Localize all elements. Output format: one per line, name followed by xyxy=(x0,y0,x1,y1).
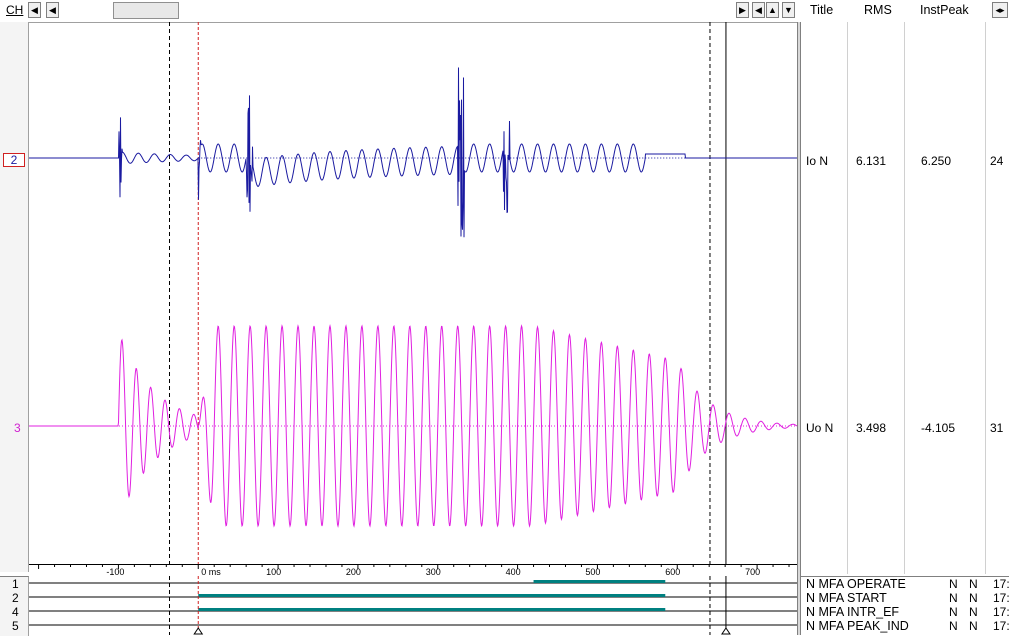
column-header-rms[interactable]: RMS xyxy=(864,3,892,17)
cursor-marker-icon xyxy=(722,628,730,634)
binary-plot[interactable] xyxy=(29,576,797,635)
channel-header-label[interactable]: CH xyxy=(6,3,23,17)
channel-extra-io-n: 24 xyxy=(990,154,1003,168)
binary-flag: N xyxy=(949,577,958,591)
channel-rms-io-n: 6.131 xyxy=(856,154,886,168)
binary-time: 17: xyxy=(993,605,1009,619)
binary-time: 17: xyxy=(993,577,1009,591)
channel-instpeak-io-n: 6.250 xyxy=(921,154,951,168)
channel-title-uo-n[interactable]: Uo N xyxy=(806,421,833,435)
column-expand-button[interactable]: ◂▸ xyxy=(992,2,1008,18)
cursor-marker-icon xyxy=(194,628,202,634)
channel-extra-uo-n: 31 xyxy=(990,421,1003,435)
channel-up-button[interactable]: ▲ xyxy=(766,2,779,18)
io-n-waveform xyxy=(29,68,797,238)
binary-flag: N xyxy=(969,605,978,619)
binary-flag: N xyxy=(949,605,958,619)
column-header-instpeak[interactable]: InstPeak xyxy=(920,3,969,17)
table-divider xyxy=(985,22,986,574)
channel-value-table xyxy=(801,22,1009,574)
binary-on-segment xyxy=(198,608,665,611)
scrollbar-thumb[interactable] xyxy=(113,2,179,19)
channel-rms-uo-n: 3.498 xyxy=(856,421,886,435)
binary-name-intr-ef[interactable]: N MFA INTR_EF xyxy=(806,605,899,619)
channel-instpeak-uo-n: -4.105 xyxy=(921,421,955,435)
top-toolbar: CH ◀ ◀ ▶ ◀ ▲ ▼ Title RMS InstPeak ◂▸ xyxy=(0,0,1009,23)
channel-number-2[interactable]: 2 xyxy=(3,153,25,167)
channel-gutter: 2 3 xyxy=(0,22,29,572)
binary-channel-gutter: 1 2 4 5 xyxy=(0,576,29,636)
column-header-title[interactable]: Title xyxy=(810,3,833,17)
binary-number[interactable]: 5 xyxy=(12,619,19,633)
binary-name-start[interactable]: N MFA START xyxy=(806,591,887,605)
channel-down-button[interactable]: ▼ xyxy=(782,2,795,18)
binary-number[interactable]: 2 xyxy=(12,591,19,605)
binary-flag: N xyxy=(949,591,958,605)
channel-number-3[interactable]: 3 xyxy=(14,421,21,435)
binary-flag: N xyxy=(969,577,978,591)
binary-time: 17: xyxy=(993,619,1009,633)
analog-plot[interactable] xyxy=(29,22,797,564)
binary-number[interactable]: 4 xyxy=(12,605,19,619)
table-divider xyxy=(904,22,905,574)
channel-title-io-n[interactable]: Io N xyxy=(806,154,828,168)
binary-flag: N xyxy=(949,619,958,633)
binary-time: 17: xyxy=(993,591,1009,605)
binary-flag: N xyxy=(969,619,978,633)
scroll-left-button[interactable]: ◀ xyxy=(46,2,59,18)
binary-name-peak-ind[interactable]: N MFA PEAK_IND xyxy=(806,619,909,633)
binary-on-segment xyxy=(198,594,665,597)
binary-number[interactable]: 1 xyxy=(12,577,19,591)
binary-channel-table: N MFA OPERATE N N 17: N MFA START N N 17… xyxy=(801,576,1009,636)
table-divider xyxy=(847,22,848,574)
binary-name-operate[interactable]: N MFA OPERATE xyxy=(806,577,906,591)
scroll-right-button[interactable]: ▶ xyxy=(736,2,749,18)
scroll-left-end-button[interactable]: ◀ xyxy=(28,2,41,18)
channel-first-button[interactable]: ◀ xyxy=(752,2,765,18)
binary-flag: N xyxy=(969,591,978,605)
binary-on-segment xyxy=(534,580,666,583)
